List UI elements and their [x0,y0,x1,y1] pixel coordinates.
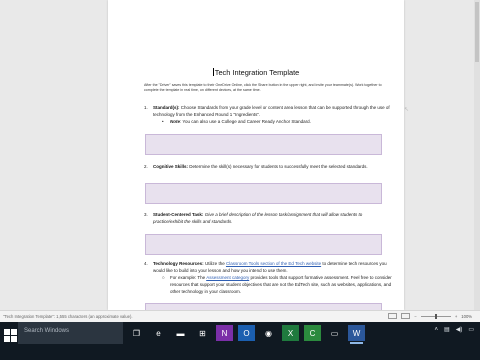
section-text: Choose Standards from your grade level o… [153,105,390,117]
bullet-icon: ○ [162,275,165,280]
system-tray: ˄ ▤ ◀) ▭ [435,326,474,334]
cognitive-skills-answer-box[interactable] [145,183,382,204]
document-page[interactable]: Tech Integration Template After the "Dri… [108,0,404,310]
section-text: Determine the skill(s) necessary for stu… [188,164,368,169]
document-viewport[interactable]: Tech Integration Template After the "Dri… [0,0,480,310]
terminal-icon[interactable]: ▭ [326,325,343,341]
section-number: 3. [144,212,148,217]
status-controls: − + 100% [388,313,472,319]
standards-answer-box[interactable] [145,134,382,155]
assessment-category-link[interactable]: Assessment category [206,275,249,280]
intro-paragraph: After the "Driver" saves this template t… [144,83,382,92]
word-icon[interactable]: W [348,325,365,344]
file-explorer-icon[interactable]: ▬ [172,325,189,341]
search-placeholder: Search Windows [24,328,70,334]
page-title-text: Tech Integration Template [214,68,300,77]
section-example: ○ For example: The Assessment category pr… [162,274,392,295]
windows-logo-pane [4,336,10,342]
note-label: Note [170,119,180,124]
task-view-icon[interactable]: ❐ [128,325,145,341]
print-layout-icon[interactable] [401,313,411,319]
outlook-icon[interactable]: O [238,325,255,341]
camtasia-icon[interactable]: C [304,325,321,341]
taskbar-apps: ❐ e ▬ ⊞ N O ◉ X C ▭ W [128,325,365,344]
read-mode-icon[interactable] [388,313,398,319]
volume-icon[interactable]: ◀) [456,326,463,333]
section-label: Technology Resources: [153,261,204,266]
section-label: Student-Centered Task: [153,212,204,217]
zoom-slider[interactable] [420,313,451,319]
windows-logo-pane [11,336,17,342]
start-button[interactable] [4,329,18,343]
onenote-icon[interactable]: N [216,325,233,341]
windows-logo-icon [4,329,10,335]
technology-answer-box[interactable] [145,303,382,310]
section-number: 1. [144,105,148,110]
edge-icon[interactable]: e [150,325,167,341]
chevron-up-icon[interactable]: ˄ [435,327,439,333]
page-title: Tech Integration Template [108,68,404,77]
zoom-in-icon[interactable]: + [455,314,457,319]
mouse-pointer-icon: ↖ [404,107,410,113]
section-technology-resources: 4. Technology Resources: Utilize the Cla… [144,260,392,295]
section-student-task: 3. Student-Centered Task: Give a brief d… [144,211,392,225]
classroom-tools-link[interactable]: Classroom Tools section of the Ed Tech w… [226,261,321,266]
chrome-icon[interactable]: ◉ [260,325,277,341]
section-text: Utilize the [203,261,226,266]
section-number: 2. [144,164,148,169]
section-standards: 1. Standard(s): Choose Standards from yo… [144,104,392,125]
section-label: Standard(s): [153,105,180,110]
section-note: • Note: You can also use a College and Ca… [162,118,392,125]
example-text: For example: The [170,275,207,280]
section-label: Cognitive Skills: [153,164,189,169]
notifications-icon[interactable]: ▭ [468,326,474,333]
zoom-out-icon[interactable]: − [414,314,416,319]
network-icon[interactable]: ▤ [444,326,450,333]
status-text: "Tech Integration Template": 1,555 chara… [3,314,133,319]
store-icon[interactable]: ⊞ [194,325,211,341]
zoom-level[interactable]: 100% [461,314,472,319]
note-text: : You can also use a College and Career … [180,119,311,124]
bullet-icon: • [162,119,164,124]
vertical-scrollbar[interactable] [474,0,480,310]
student-task-answer-box[interactable] [145,234,382,255]
scrollbar-thumb[interactable] [475,2,479,62]
text-cursor [212,68,214,76]
excel-icon[interactable]: X [282,325,299,341]
windows-logo-pane [11,329,17,335]
taskbar: Search Windows ❐ e ▬ ⊞ N O ◉ X C ▭ W ˄ ▤ ◀) ▭ [0,322,480,360]
section-number: 4. [144,261,148,266]
search-box[interactable]: Search Windows [18,322,123,344]
section-cognitive-skills: 2. Cognitive Skills: Determine the skill… [144,163,392,170]
